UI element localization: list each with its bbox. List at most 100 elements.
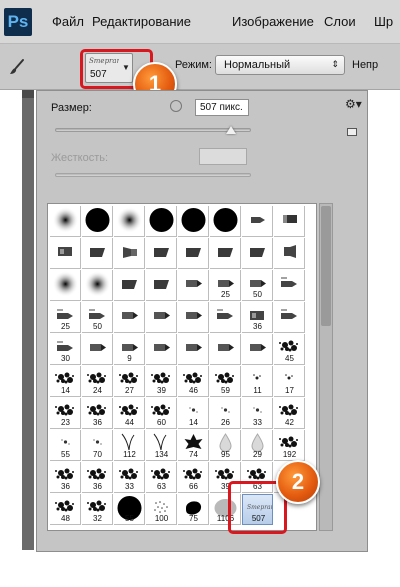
brush-preset-splatter[interactable]: 36 <box>82 462 113 493</box>
brush-preset-tool-pencil[interactable] <box>210 334 241 365</box>
new-preset-icon[interactable] <box>347 128 357 136</box>
brush-preset-splatter[interactable]: 27 <box>114 366 145 397</box>
brush-preset-tool-arrow[interactable]: 30 <box>50 334 81 365</box>
size-slider-thumb[interactable] <box>226 126 237 134</box>
brush-preset-tool-pencil[interactable] <box>114 302 145 333</box>
brush-preset-soft-round[interactable] <box>50 206 81 237</box>
brush-preset-tool-pencil[interactable] <box>146 334 177 365</box>
brush-preset-splatter[interactable]: 63 <box>146 462 177 493</box>
menu-type[interactable]: Шр <box>374 14 393 29</box>
tool-arrow-icon <box>281 309 297 319</box>
brush-preset-tool-flare[interactable] <box>114 238 145 269</box>
brush-preset-tool-wedge[interactable] <box>146 270 177 301</box>
brush-preset-splatter[interactable]: 36 <box>82 398 113 429</box>
grid-scrollbar[interactable] <box>319 203 333 531</box>
brush-preset-tool-arrow[interactable]: 25 <box>50 302 81 333</box>
options-bar: Smeprans 507 ▼ Режим: Нормальный ⇕ Непр <box>0 44 400 90</box>
hardness-input[interactable] <box>199 148 247 165</box>
brush-preset-tool-wedge[interactable] <box>210 238 241 269</box>
size-input[interactable]: 507 пикс. <box>195 99 249 116</box>
brush-preset-tool-pencil[interactable]: 50 <box>242 270 273 301</box>
preset-size-number: 63 <box>157 482 166 491</box>
brush-preset-tool-lamp[interactable] <box>274 238 305 269</box>
brush-preset-tool-chisel[interactable] <box>274 206 305 237</box>
preset-size-number: 50 <box>93 322 102 331</box>
menu-layers[interactable]: Слои <box>324 14 356 29</box>
preset-size-number: 25 <box>61 322 70 331</box>
brush-preset-dot[interactable]: 14 <box>178 398 209 429</box>
brush-preset-splatter[interactable]: 14 <box>50 366 81 397</box>
brush-preset-tool-pencil[interactable] <box>146 302 177 333</box>
brush-preset-tool-arrow[interactable] <box>210 302 241 333</box>
brush-preset-splatter[interactable]: 59 <box>210 366 241 397</box>
brush-preset-splatter[interactable]: 46 <box>178 366 209 397</box>
brush-preset-hard-round[interactable] <box>178 206 209 237</box>
brush-preset-drop[interactable]: 95 <box>210 430 241 461</box>
brush-preset-hard-round[interactable] <box>146 206 177 237</box>
brush-preset-dot[interactable]: 33 <box>242 398 273 429</box>
brush-preset-splatter[interactable]: 39 <box>146 366 177 397</box>
brush-preset-blob[interactable]: 75 <box>178 494 209 525</box>
brush-preset-splatter[interactable]: 66 <box>178 462 209 493</box>
brush-preset-tool-arrow[interactable] <box>274 302 305 333</box>
brush-preset-tool-pencil[interactable] <box>178 334 209 365</box>
brush-preset-hard-round[interactable] <box>82 206 113 237</box>
brush-preset-leaf[interactable]: 11 <box>242 366 273 397</box>
brush-preset-splatter[interactable]: 32 <box>82 494 113 525</box>
brush-preset-tool-pencil[interactable] <box>242 334 273 365</box>
menu-image[interactable]: Изображение <box>232 14 314 29</box>
brush-preset-grass[interactable]: 112 <box>114 430 145 461</box>
brush-preset-grass[interactable]: 134 <box>146 430 177 461</box>
brush-preset-splatter[interactable]: 23 <box>50 398 81 429</box>
preset-size-number: 95 <box>221 450 230 459</box>
menu-file[interactable]: Файл <box>52 14 84 29</box>
brush-preset-stipple[interactable]: 100 <box>146 494 177 525</box>
brush-preset-tool-arrow[interactable] <box>274 270 305 301</box>
brush-preset-tool-pencil[interactable] <box>178 302 209 333</box>
brush-preset-tool-pencil[interactable]: 9 <box>114 334 145 365</box>
brush-preset-tool-wedge[interactable] <box>82 238 113 269</box>
brush-preset-soft-round[interactable] <box>50 270 81 301</box>
brush-preset-splatter[interactable]: 60 <box>146 398 177 429</box>
brush-preset-tool-wedge[interactable] <box>242 238 273 269</box>
brush-preset-dot[interactable]: 55 <box>50 430 81 461</box>
brush-preset-hard-round[interactable] <box>210 206 241 237</box>
brush-preset-splatter[interactable]: 44 <box>114 398 145 429</box>
brush-preset-tool-pencil[interactable] <box>82 334 113 365</box>
brush-preset-maple[interactable]: 74 <box>178 430 209 461</box>
preset-size-number: 33 <box>253 418 262 427</box>
brush-preset-splatter[interactable]: 33 <box>114 462 145 493</box>
brush-preset-tool-block[interactable]: 36 <box>242 302 273 333</box>
brush-preset-tool-pencil[interactable]: 25 <box>210 270 241 301</box>
brush-preset-drop[interactable]: 29 <box>242 430 273 461</box>
brush-preset-leaf[interactable]: 17 <box>274 366 305 397</box>
brush-preset-splatter[interactable]: 42 <box>274 398 305 429</box>
brush-preset-hard-round[interactable]: 55 <box>114 494 145 525</box>
brush-preset-tool-tip[interactable] <box>242 206 273 237</box>
brush-preset-soft-round[interactable] <box>82 270 113 301</box>
brush-preset-dot[interactable]: 26 <box>210 398 241 429</box>
brush-preset-splatter[interactable]: 45 <box>274 334 305 365</box>
menu-edit[interactable]: Редактирование <box>92 14 191 29</box>
scrollbar-thumb[interactable] <box>321 206 331 326</box>
brush-preset-soft-round[interactable] <box>114 206 145 237</box>
brush-preset-tool-wedge[interactable] <box>178 238 209 269</box>
gear-icon[interactable]: ⚙▾ <box>345 97 363 111</box>
brush-preset-dot[interactable]: 70 <box>82 430 113 461</box>
brush-preset-splatter[interactable]: 24 <box>82 366 113 397</box>
brush-preset-tool-wedge[interactable] <box>146 238 177 269</box>
brush-preset-splatter[interactable]: 48 <box>50 494 81 525</box>
brush-preset-tool-block[interactable] <box>50 238 81 269</box>
brush-preset-tool-pencil[interactable] <box>178 270 209 301</box>
brush-preset-tool-arrow[interactable]: 50 <box>82 302 113 333</box>
reset-size-icon[interactable] <box>170 100 182 112</box>
brush-preset-splatter[interactable]: 36 <box>50 462 81 493</box>
brush-preset-splatter[interactable]: 192 <box>274 430 305 461</box>
collapse-arrows-icon[interactable] <box>22 90 34 98</box>
brush-preset-tool-wedge[interactable] <box>114 270 145 301</box>
mode-select[interactable]: Нормальный ⇕ <box>215 55 345 75</box>
preset-size-number: 66 <box>189 482 198 491</box>
brush-tool-icon[interactable] <box>8 58 26 76</box>
size-slider[interactable] <box>55 128 251 132</box>
hardness-slider[interactable] <box>55 173 251 177</box>
